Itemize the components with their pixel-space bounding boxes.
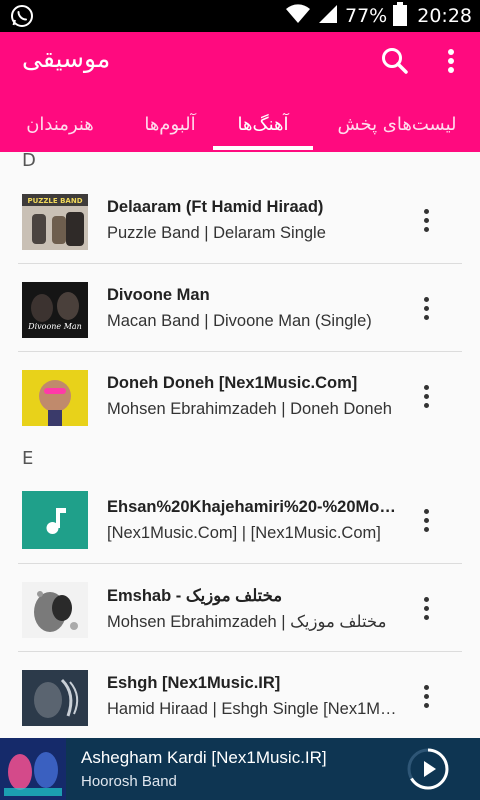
song-title: Divoone Man	[107, 286, 210, 304]
battery-icon	[393, 2, 408, 30]
status-bar: 77% 20:28	[0, 0, 480, 32]
song-options-button[interactable]	[414, 202, 438, 238]
song-row[interactable]: Ehsan%20Khajehamiri%20-%20Mohsen%20Chavo…	[0, 476, 480, 563]
song-subtitle: [Nex1Music.Com] | [Nex1Music.Com]	[107, 524, 381, 542]
song-row[interactable]: Emshab - مختلف موزیک Mohsen Ebrahimzadeh…	[0, 564, 480, 651]
play-icon	[407, 748, 449, 790]
song-title: Emshab - مختلف موزیک	[107, 587, 283, 605]
song-options-button[interactable]	[414, 502, 438, 538]
album-art: Divoone Man	[22, 282, 88, 338]
more-options-button[interactable]	[436, 44, 466, 78]
whatsapp-icon	[10, 4, 34, 28]
now-playing-title: Ashegham Kardi [Nex1Music.IR]	[81, 748, 327, 767]
tab-albums[interactable]: آلبوم‌ها	[120, 96, 220, 152]
song-row[interactable]: PUZZLE BAND Delaaram (Ft Hamid Hiraad) P…	[0, 176, 480, 263]
song-subtitle: Mohsen Ebrahimzadeh | Doneh Doneh	[107, 400, 392, 418]
play-button[interactable]	[406, 747, 450, 791]
song-subtitle: Puzzle Band | Delaram Single	[107, 224, 326, 242]
wifi-icon	[285, 4, 311, 28]
album-art	[22, 670, 88, 726]
song-subtitle: Hamid Hiraad | Eshgh Single [Nex1Music.I…	[107, 700, 397, 718]
signal-icon	[317, 3, 339, 29]
song-row[interactable]: Divoone Man Divoone Man Macan Band | Div…	[0, 264, 480, 351]
section-header: E	[22, 448, 34, 469]
song-subtitle: Mohsen Ebrahimzadeh | مختلف موزیک	[107, 613, 387, 631]
album-art-text: PUZZLE BAND	[27, 197, 82, 205]
song-row[interactable]: Eshgh [Nex1Music.IR] Hamid Hiraad | Eshg…	[0, 652, 480, 739]
song-options-button[interactable]	[414, 590, 438, 626]
album-art	[22, 582, 88, 638]
song-title: Ehsan%20Khajehamiri%20-%20Mohsen%20Chavo…	[107, 498, 397, 516]
now-playing-artist: Hoorosh Band	[81, 773, 177, 790]
song-row[interactable]: Doneh Doneh [Nex1Music.Com] Mohsen Ebrah…	[0, 352, 480, 439]
album-art-placeholder	[22, 491, 88, 549]
song-subtitle: Macan Band | Divoone Man (Single)	[107, 312, 372, 330]
song-title: Eshgh [Nex1Music.IR]	[107, 674, 281, 692]
tab-selected-indicator	[213, 146, 313, 150]
tab-playlists[interactable]: لیست‌های پخش	[322, 96, 472, 152]
song-title: Doneh Doneh [Nex1Music.Com]	[107, 374, 358, 392]
battery-percent: 77%	[345, 5, 388, 27]
tab-bar: لیست‌های پخش آهنگ‌ها آلبوم‌ها هنرمندان	[0, 96, 480, 152]
app-bar: موسیقی لیست‌های پخش آهنگ‌ها آلبوم‌ها هنر…	[0, 32, 480, 152]
tab-artists[interactable]: هنرمندان	[10, 96, 110, 152]
album-art	[22, 370, 88, 426]
album-art-text: Divoone Man	[27, 322, 82, 331]
song-options-button[interactable]	[414, 678, 438, 714]
now-playing-bar[interactable]: Ashegham Kardi [Nex1Music.IR] Hoorosh Ba…	[0, 738, 480, 800]
clock: 20:28	[417, 5, 472, 27]
more-vert-icon	[448, 49, 454, 73]
song-options-button[interactable]	[414, 290, 438, 326]
now-playing-album-art	[0, 738, 66, 800]
search-button[interactable]	[378, 44, 412, 78]
song-options-button[interactable]	[414, 378, 438, 414]
page-title: موسیقی	[22, 44, 111, 73]
album-art: PUZZLE BAND	[22, 194, 88, 250]
tab-songs[interactable]: آهنگ‌ها	[213, 96, 313, 152]
section-header: D	[22, 150, 36, 171]
search-icon	[382, 48, 408, 74]
song-title: Delaaram (Ft Hamid Hiraad)	[107, 198, 324, 216]
